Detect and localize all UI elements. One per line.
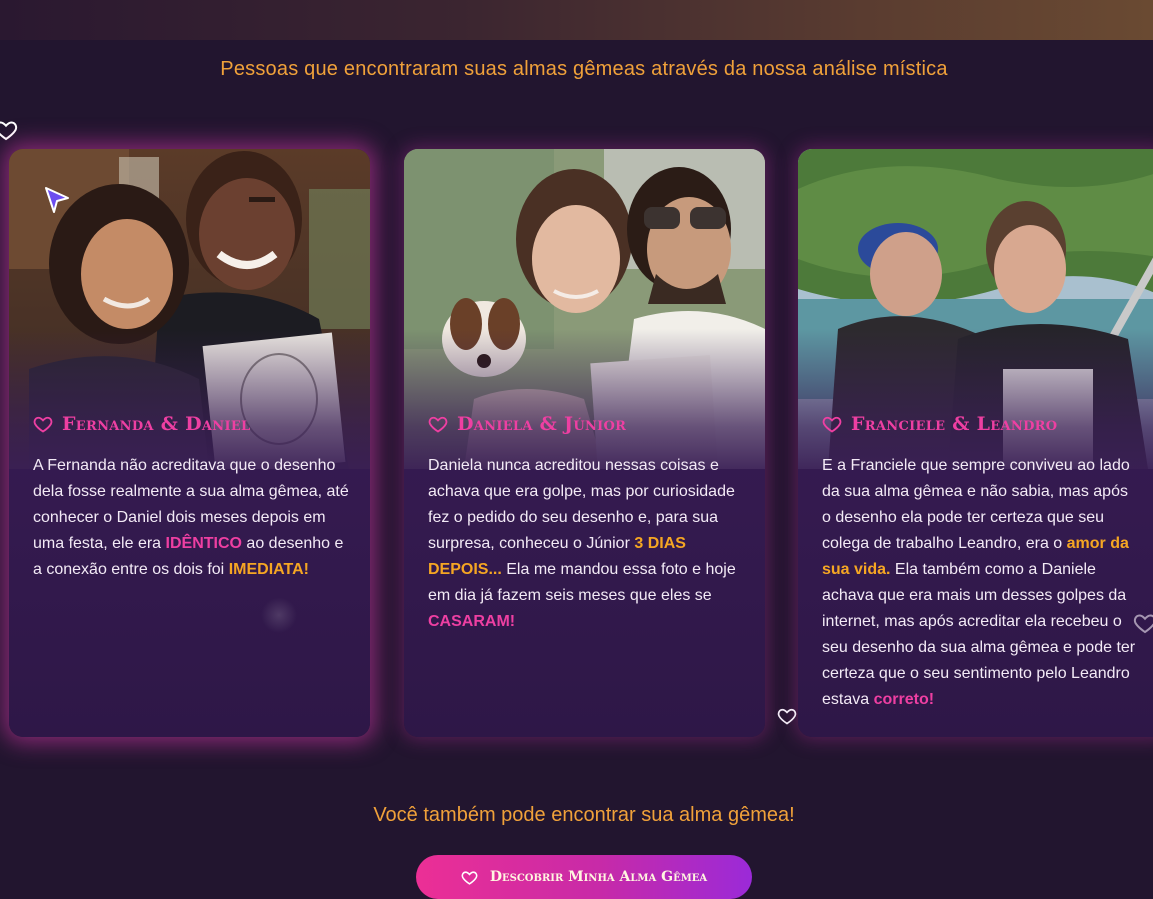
button-label: Descobrir Minha Alma Gêmea bbox=[489, 869, 708, 885]
heart-icon bbox=[428, 416, 448, 433]
highlight-text: IDÊNTICO bbox=[165, 535, 242, 552]
heart-icon bbox=[33, 416, 53, 433]
heart-icon bbox=[461, 870, 478, 885]
testimonial-text: A Fernanda não acreditava que o desenho … bbox=[33, 453, 350, 583]
testimonial-text: Daniela nunca acreditou nessas coisas e … bbox=[428, 453, 745, 635]
glow-sparkle bbox=[261, 597, 297, 633]
testimonial-text-part: Ela também como a Daniele achava que era… bbox=[822, 561, 1136, 708]
section-subtitle: Pessoas que encontraram suas almas gêmea… bbox=[220, 58, 948, 80]
cursor-arrow-icon bbox=[45, 187, 69, 213]
testimonial-text: E a Franciele que sempre conviveu ao lad… bbox=[822, 453, 1140, 713]
highlight-text: correto! bbox=[873, 691, 935, 708]
top-banner bbox=[0, 0, 1153, 40]
discover-soulmate-button[interactable]: Descobrir Minha Alma Gêmea bbox=[416, 855, 752, 899]
highlight-text: CASARAM! bbox=[428, 613, 516, 630]
card-title: Fernanda & Daniel bbox=[33, 413, 250, 435]
testimonials-section: Pessoas que encontraram suas almas gêmea… bbox=[0, 0, 1153, 899]
cta-text: Você também pode encontrar sua alma gême… bbox=[373, 804, 795, 826]
floating-heart-icon bbox=[777, 708, 797, 725]
testimonial-card-daniela-junior: Daniela & Júnior Daniela nunca acreditou… bbox=[404, 149, 765, 737]
couple-names: Franciele & Leandro bbox=[851, 413, 1058, 435]
card-title: Daniela & Júnior bbox=[428, 413, 626, 435]
floating-heart-icon bbox=[1133, 614, 1153, 634]
heart-icon bbox=[822, 416, 842, 433]
highlight-text: IMEDIATA! bbox=[228, 561, 309, 578]
card-title: Franciele & Leandro bbox=[822, 413, 1057, 435]
testimonial-card-franciele-leandro: Franciele & Leandro E a Franciele que se… bbox=[798, 149, 1153, 737]
testimonial-card-fernanda-daniel: Fernanda & Daniel A Fernanda não acredit… bbox=[9, 149, 370, 737]
couple-names: Fernanda & Daniel bbox=[62, 413, 251, 435]
couple-names: Daniela & Júnior bbox=[457, 413, 627, 435]
floating-heart-icon bbox=[0, 121, 18, 141]
testimonial-text-part: Daniela nunca acreditou nessas coisas e … bbox=[428, 457, 735, 552]
